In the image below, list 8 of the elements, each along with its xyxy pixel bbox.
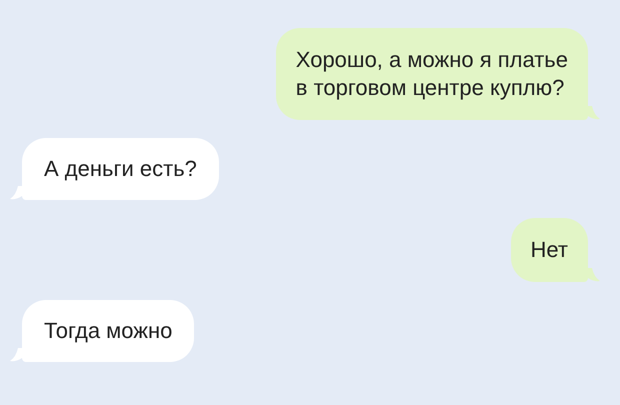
message-bubble: Тогда можно [22, 300, 194, 362]
bubble-tail-icon [10, 348, 22, 362]
message-bubble: Нет [510, 218, 588, 282]
message-bubble: А деньги есть? [22, 138, 219, 200]
bubble-tail-icon [588, 106, 600, 120]
message-bubble: Хорошо, а можно я платье в торговом центре куплю? [276, 28, 588, 120]
bubble-tail-icon [588, 268, 600, 282]
bubble-tail-icon [10, 186, 22, 200]
